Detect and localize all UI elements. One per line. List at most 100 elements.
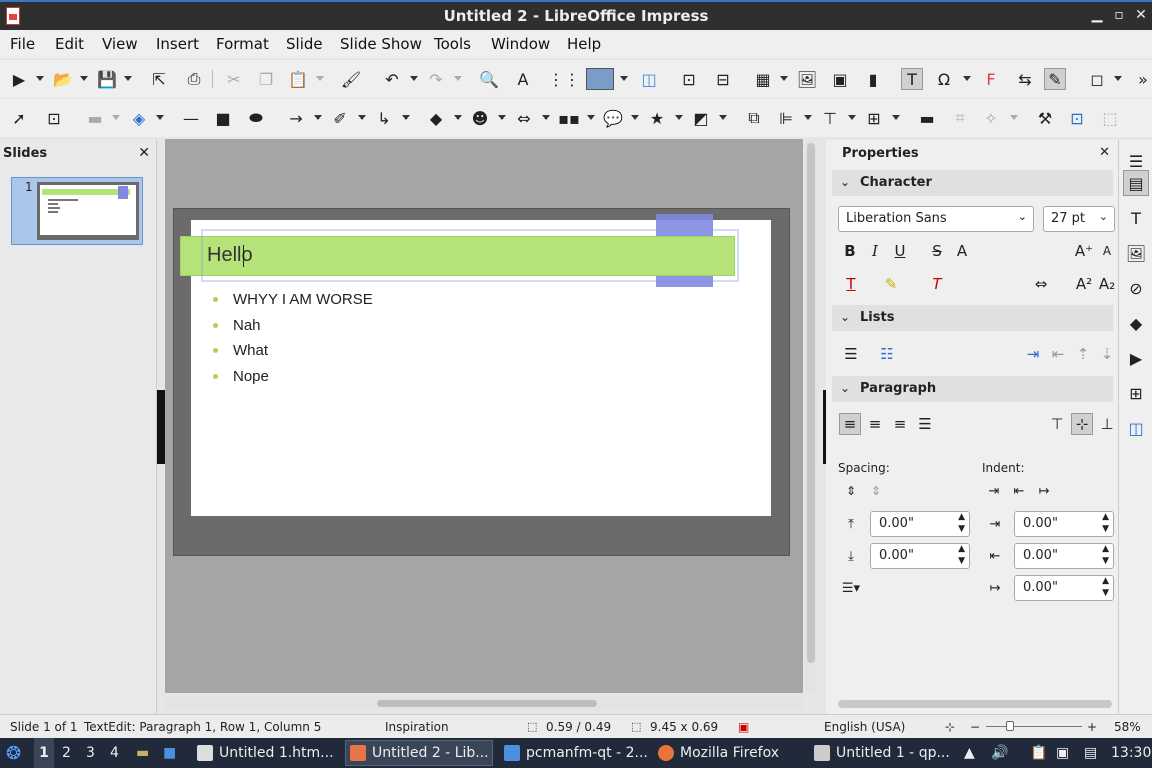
align-center-icon[interactable]: ≡ [864, 413, 886, 435]
undo-icon[interactable]: ↶ [381, 68, 403, 90]
stars-icon[interactable]: ★ [646, 107, 668, 129]
align-right-icon[interactable]: ≡ [889, 413, 911, 435]
rectangle-icon[interactable]: ■ [212, 107, 234, 129]
zoom-in-icon[interactable]: + [1087, 720, 1097, 734]
chart-icon[interactable]: ▮ [862, 68, 884, 90]
master-slides-icon[interactable]: ⊞ [1123, 380, 1149, 406]
master-slide-name[interactable]: Inspiration [385, 720, 449, 734]
slide-transition-icon[interactable]: T [1123, 205, 1149, 231]
hyperlink-icon[interactable]: ⇆ [1014, 68, 1036, 90]
line-icon[interactable]: — [180, 107, 202, 129]
fit-slide-icon[interactable]: ⊹ [945, 720, 955, 734]
export-pdf-icon[interactable]: ⇱ [148, 68, 170, 90]
properties-deck-icon[interactable]: ▤ [1123, 170, 1149, 196]
numbered-list-icon[interactable]: ☷ [876, 343, 898, 365]
menu-edit[interactable]: Edit [55, 35, 84, 53]
shrink-font-icon[interactable]: A [1096, 240, 1118, 262]
workspace-3[interactable]: 3 [86, 738, 95, 768]
menu-window[interactable]: Window [491, 35, 550, 53]
align-middle-icon[interactable]: ⊹ [1071, 413, 1093, 435]
increase-indent-icon[interactable]: ⇥ [1022, 343, 1044, 365]
3d-objects-icon[interactable]: ◩ [690, 107, 712, 129]
file-manager-launcher-icon[interactable]: ▬ [136, 738, 149, 768]
language-status[interactable]: English (USA) [824, 720, 905, 734]
decrease-spacing-icon[interactable]: ⇕ [865, 480, 887, 502]
paste-icon[interactable]: 📋 [287, 68, 309, 90]
network-icon[interactable]: ▣ [1056, 738, 1069, 768]
interaction-icon[interactable]: ⬚ [1099, 107, 1121, 129]
basic-shapes-icon[interactable]: ◆ [425, 107, 447, 129]
zoom-level[interactable]: 58% [1114, 720, 1141, 734]
task-untitled-1-html[interactable]: Untitled 1.htm... [193, 740, 339, 766]
bold-icon[interactable]: B [839, 240, 861, 262]
menu-help[interactable]: Help [567, 35, 601, 53]
menu-tools[interactable]: Tools [434, 35, 471, 53]
line-spacing-icon[interactable]: ☰▾ [840, 577, 862, 599]
arrow-line-icon[interactable]: → [285, 107, 307, 129]
horizontal-scrollbar[interactable] [165, 697, 803, 709]
character-section-header[interactable]: ⌄ Character [832, 170, 1113, 196]
comment-icon[interactable]: ◫ [638, 68, 660, 90]
fill-color-icon[interactable]: ◈ [126, 107, 152, 129]
font-name-combo[interactable]: Liberation Sans ⌄ [838, 206, 1034, 232]
notes-icon[interactable]: ▤ [1084, 738, 1097, 768]
ellipse-icon[interactable]: ⬬ [245, 107, 267, 129]
italic-icon[interactable]: I [864, 240, 886, 262]
select-icon[interactable]: ➚ [8, 107, 30, 129]
cut-icon[interactable]: ✂ [223, 68, 245, 90]
character-spacing-icon[interactable]: ⇔ [1030, 273, 1052, 295]
shapes-icon[interactable]: ◆ [1123, 310, 1149, 336]
zoom-out-icon[interactable]: − [970, 720, 980, 734]
indent-after-input[interactable]: 0.00" ▲ ▼ [1014, 543, 1114, 569]
workspace-4[interactable]: 4 [110, 738, 119, 768]
shadow-icon[interactable]: ▬ [916, 107, 938, 129]
filter-icon[interactable]: ✧ [980, 107, 1002, 129]
zoom-slider-handle[interactable] [1006, 721, 1014, 731]
layout-icon[interactable] [586, 68, 614, 90]
arrange-icon[interactable]: ⊤ [819, 107, 841, 129]
close-properties-icon[interactable]: ✕ [1099, 145, 1110, 160]
flowchart-icon[interactable]: ▪▪ [558, 107, 580, 129]
task-untitled-1-qp[interactable]: Untitled 1 - qp... [810, 740, 952, 766]
slides-pane-splitter[interactable] [157, 390, 165, 464]
close-button[interactable]: ✕ [1132, 6, 1150, 24]
animation-icon[interactable]: ◫ [1123, 415, 1149, 441]
close-slides-pane-icon[interactable]: ✕ [138, 145, 150, 161]
save-icon[interactable]: 💾 [96, 68, 118, 90]
distribute-icon[interactable]: ⊞ [863, 107, 885, 129]
paragraph-section-header[interactable]: ⌄ Paragraph [832, 376, 1113, 402]
slide-thumbnail[interactable]: 1 [11, 177, 143, 245]
image-icon[interactable]: 🖼 [796, 68, 818, 90]
vertical-scrollbar[interactable] [805, 139, 817, 693]
shadow-text-icon[interactable]: A [951, 240, 973, 262]
workspace-1[interactable]: 1 [34, 738, 54, 768]
start-menu-icon[interactable]: ❂ [6, 738, 21, 768]
redo-icon[interactable]: ↷ [425, 68, 447, 90]
font-color-icon[interactable]: T [840, 273, 862, 295]
lists-section-header[interactable]: ⌄ Lists [832, 305, 1113, 331]
grid-icon[interactable]: ⋮⋮ [548, 68, 580, 90]
grow-font-icon[interactable]: A⁺ [1073, 240, 1095, 262]
symbol-shapes-icon[interactable]: ☻ [469, 107, 491, 129]
underline-icon[interactable]: U [889, 240, 911, 262]
connector-icon[interactable]: ↳ [373, 107, 395, 129]
transformations-icon[interactable]: ⧉ [743, 107, 765, 129]
show-desktop-icon[interactable]: ■ [163, 738, 176, 768]
task-pcmanfm-qt[interactable]: pcmanfm-qt - 2... [500, 740, 650, 766]
task-mozilla-firefox[interactable]: Mozilla Firefox [654, 740, 804, 766]
decrease-indent-para-icon[interactable]: ⇤ [1008, 480, 1030, 502]
start-first-slide-icon[interactable]: ⊡ [678, 68, 700, 90]
zoom-pan-icon[interactable]: ⊡ [43, 107, 65, 129]
menu-view[interactable]: View [102, 35, 138, 53]
bullet-text[interactable]: Nah [233, 317, 261, 334]
spelling-icon[interactable]: A [512, 68, 534, 90]
text-box-icon[interactable]: T [901, 68, 923, 90]
glue-points-icon[interactable]: ⊡ [1066, 107, 1088, 129]
align-left-icon[interactable]: ≡ [839, 413, 861, 435]
bullet-text[interactable]: Nope [233, 368, 269, 385]
keyboard-layout-icon[interactable]: ▲ [964, 738, 975, 768]
subscript-icon[interactable]: A₂ [1096, 273, 1118, 295]
align-objects-icon[interactable]: ⊫ [775, 107, 797, 129]
volume-icon[interactable]: 🔊 [991, 738, 1008, 768]
font-size-combo[interactable]: 27 pt ⌄ [1043, 206, 1115, 232]
